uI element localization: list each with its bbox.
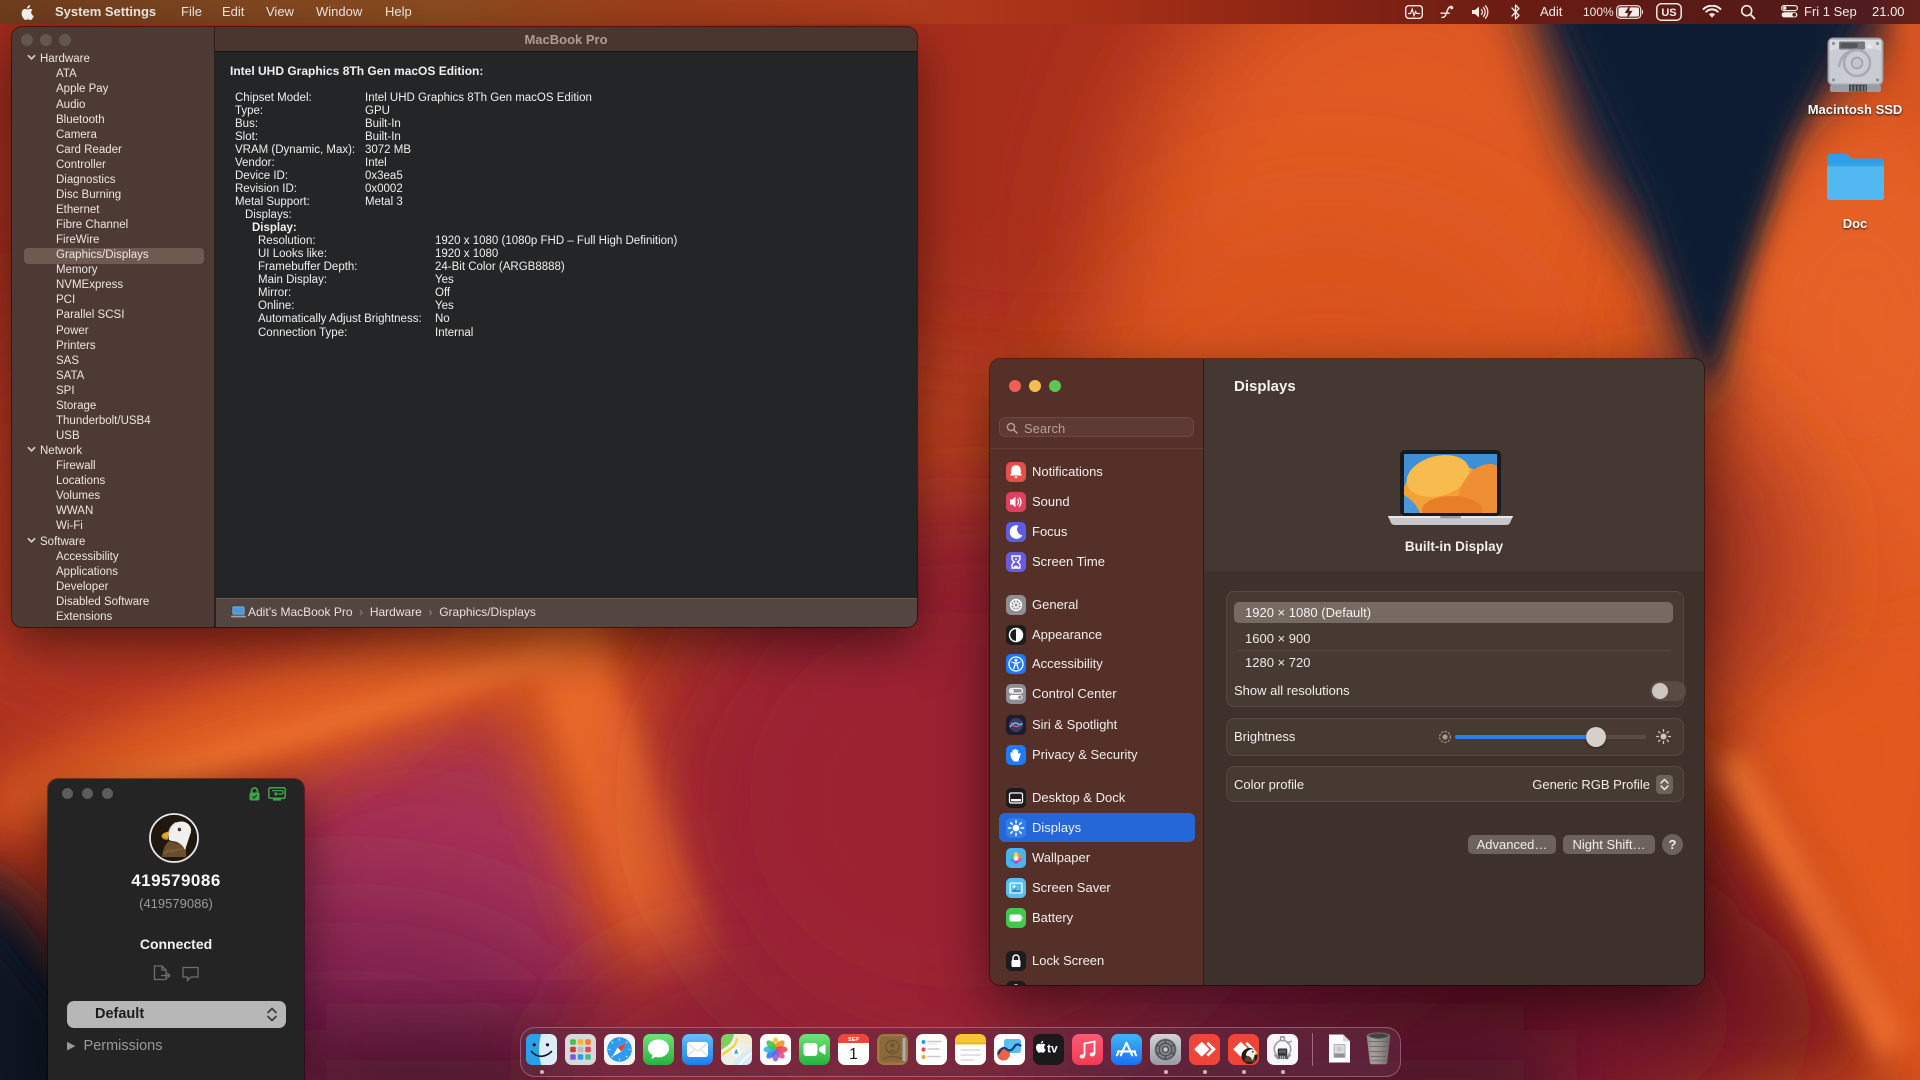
svg-text:tv: tv: [1047, 1042, 1058, 1056]
svg-text:SEP: SEP: [848, 1037, 859, 1043]
svg-text:US: US: [1661, 7, 1676, 19]
svg-text:1: 1: [849, 1046, 858, 1063]
